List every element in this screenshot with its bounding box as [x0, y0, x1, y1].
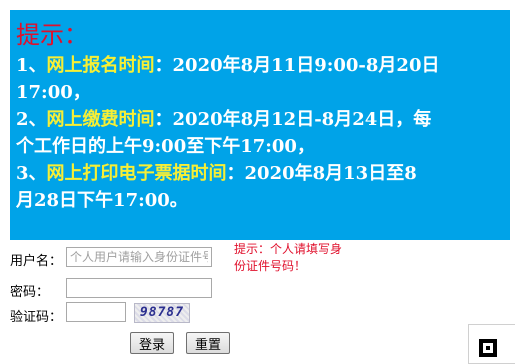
notice-item-separator: ： — [154, 109, 173, 130]
hint-line: 提示：个人请填写身 — [234, 242, 343, 256]
qr-code-image — [468, 324, 515, 364]
notice-item-3-cont: 月28日下午17:00。 — [16, 190, 188, 211]
qr-finder-pattern — [479, 339, 497, 357]
hint-line: 份证件号码！ — [234, 259, 307, 273]
notice-item-2: 2、网上缴费时间：2020年8月12日-8月24日，每 — [16, 106, 506, 133]
notice-title: 提示： — [16, 21, 88, 49]
notice-item-text: 2020年8月12日-8月24日，每 — [172, 109, 432, 130]
login-button[interactable]: 登录 — [130, 332, 175, 354]
captcha-image[interactable]: 98787 — [134, 303, 190, 323]
notice-item-separator: ： — [226, 163, 245, 184]
reset-button[interactable]: 重置 — [186, 332, 231, 354]
password-input[interactable] — [66, 278, 212, 298]
notice-item-3: 3、网上打印电子票据时间：2020年8月13日至8 — [16, 160, 506, 187]
captcha-label: 验证码： — [10, 310, 63, 325]
notice-item-label: 网上缴费时间 — [46, 109, 155, 130]
username-input[interactable] — [66, 247, 212, 267]
notice-item-1: 1、网上报名时间：2020年8月11日9:00-8月20日 — [16, 52, 506, 79]
notice-item-label: 网上打印电子票据时间 — [46, 163, 227, 184]
username-label: 用户名： — [10, 254, 63, 269]
notice-item-label: 网上报名时间 — [46, 55, 155, 76]
notice-item-number: 2、 — [16, 109, 47, 130]
notice-item-separator: ： — [154, 55, 173, 76]
notice-item-1-cont: 17:00， — [16, 82, 91, 103]
captcha-input[interactable] — [66, 302, 126, 322]
notice-item-number: 3、 — [16, 163, 47, 184]
notice-item-text: 2020年8月13日至8 — [244, 163, 417, 184]
notice-item-2-cont: 个工作日的上午9:00至下午17:00， — [16, 136, 315, 157]
hint-text: 提示：个人请填写身 份证件号码！ — [234, 241, 374, 275]
notice-panel: 提示： 1、网上报名时间：2020年8月11日9:00-8月20日 17:00，… — [10, 10, 510, 240]
notice-item-number: 1、 — [16, 55, 47, 76]
password-label: 密码： — [10, 285, 50, 300]
notice-item-text: 2020年8月11日9:00-8月20日 — [172, 55, 440, 76]
